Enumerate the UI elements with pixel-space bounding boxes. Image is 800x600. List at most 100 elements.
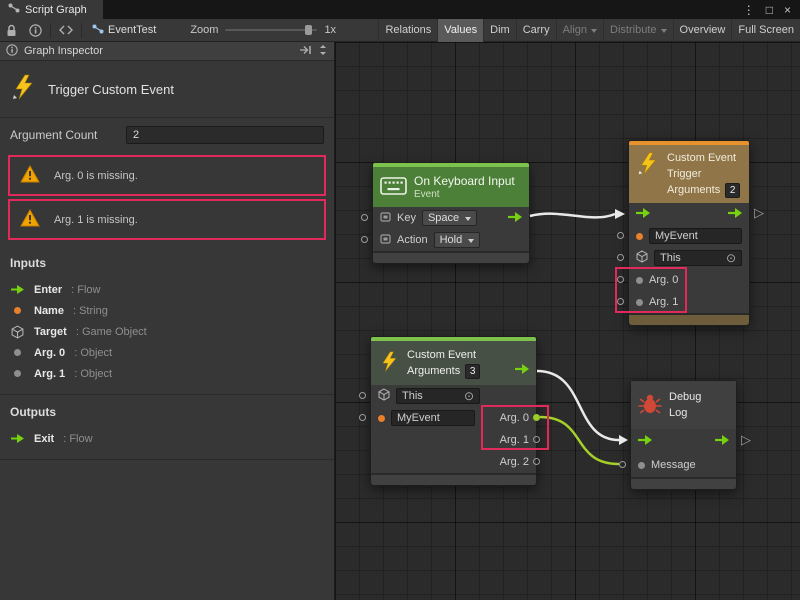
flow-output-port[interactable] <box>715 435 729 448</box>
cube-icon <box>378 388 390 404</box>
flow-output-port[interactable] <box>508 212 522 225</box>
input-port-arg0: Arg. 0Object <box>10 342 324 363</box>
node-custom-event[interactable]: Custom Event Arguments3 This⊙ MyEvent Ar… <box>370 336 537 486</box>
tab-title: Script Graph <box>25 4 87 16</box>
panel-spinner-icon[interactable] <box>318 44 328 59</box>
node-title: On Keyboard Input <box>414 174 522 188</box>
zoom-value: 1x <box>324 24 336 36</box>
flow-output-port[interactable] <box>515 364 529 379</box>
target-field[interactable]: This⊙ <box>654 250 742 266</box>
selected-unit-header: Trigger Custom Event <box>0 61 334 118</box>
inspector-header: Graph Inspector <box>0 42 334 61</box>
flow-input-port[interactable] <box>636 208 650 221</box>
trigger-node-out-triangle-icon: ▷ <box>754 205 764 221</box>
zoom-label: Zoom <box>190 24 218 36</box>
target-field[interactable]: This⊙ <box>396 388 480 404</box>
node-title-line1: Debug <box>669 390 729 405</box>
distribute-button[interactable]: Distribute <box>603 19 672 42</box>
arg0-output-port[interactable] <box>533 414 540 421</box>
toolbar-separator <box>50 23 51 38</box>
wire-arg0-to-message[interactable] <box>540 417 619 464</box>
object-dot-icon <box>10 349 25 356</box>
arg1-output-port[interactable] <box>533 436 540 443</box>
relations-button[interactable]: Relations <box>378 19 437 42</box>
input-port[interactable] <box>361 214 368 221</box>
script-graph-icon <box>8 3 20 16</box>
arg2-output-port[interactable] <box>533 458 540 465</box>
chevron-down-icon <box>591 29 597 33</box>
node-subtitle: Event <box>414 189 522 201</box>
node-debug-log[interactable]: Debug Log Message <box>630 380 737 490</box>
node-title-line1: Custom Event <box>407 348 529 363</box>
input-port[interactable] <box>617 254 624 261</box>
object-port-icon[interactable] <box>638 462 645 469</box>
graph-canvas[interactable]: On Keyboard Input Event Key Space Action… <box>335 42 800 600</box>
close-icon[interactable]: × <box>784 3 791 17</box>
cube-icon <box>636 250 648 266</box>
input-port[interactable] <box>359 414 366 421</box>
input-port[interactable] <box>617 276 624 283</box>
maximize-icon[interactable]: □ <box>766 3 773 17</box>
input-port-name: NameString <box>10 300 324 321</box>
carry-button[interactable]: Carry <box>516 19 556 42</box>
event-name-row: MyEvent <box>629 225 749 247</box>
lightning-pencil-icon <box>10 74 37 104</box>
port-type: Flow <box>71 284 100 296</box>
input-port[interactable] <box>619 461 626 468</box>
dim-button[interactable]: Dim <box>483 19 516 42</box>
node-on-keyboard-input[interactable]: On Keyboard Input Event Key Space Action… <box>372 162 530 264</box>
info-icon[interactable] <box>23 19 48 42</box>
warning-text: Arg. 0 is missing. <box>54 170 138 182</box>
flow-input-port[interactable] <box>638 435 652 448</box>
string-port-icon[interactable] <box>378 415 385 422</box>
tab-script-graph[interactable]: Script Graph <box>0 0 103 19</box>
wire-receiver-to-debug[interactable] <box>537 371 628 445</box>
code-icon[interactable] <box>53 19 79 42</box>
input-port[interactable] <box>361 236 368 243</box>
toolbar-buttons: Relations Values Dim Carry Align Distrib… <box>378 19 800 42</box>
argument-count-input[interactable] <box>126 126 324 144</box>
zoom-slider-handle[interactable] <box>305 25 312 35</box>
graph-asset-button[interactable]: EventTest <box>84 24 164 37</box>
node-header: Custom Event Arguments3 <box>371 341 536 385</box>
node-trigger-custom-event[interactable]: Custom Event Trigger Arguments2 MyEvent <box>628 140 750 326</box>
input-port[interactable] <box>617 232 624 239</box>
cube-icon <box>10 325 25 339</box>
flow-output-port[interactable] <box>728 208 742 221</box>
port-name: Exit <box>34 433 54 445</box>
object-port-icon[interactable] <box>636 277 643 284</box>
key-icon <box>380 234 391 247</box>
event-name-field[interactable]: MyEvent <box>391 410 475 426</box>
align-button[interactable]: Align <box>556 19 603 42</box>
flow-arrow-icon <box>10 285 25 294</box>
node-footer <box>373 251 529 263</box>
dock-panel-icon[interactable] <box>299 45 312 58</box>
zoom-control: Zoom 1x <box>190 24 336 36</box>
arg2-row: Arg. 2 <box>371 451 536 473</box>
string-dot-icon <box>10 307 25 314</box>
input-port[interactable] <box>617 298 624 305</box>
event-name-field[interactable]: MyEvent <box>649 228 742 244</box>
string-port-icon[interactable] <box>636 233 643 240</box>
action-dropdown[interactable]: Hold <box>434 232 481 248</box>
key-dropdown[interactable]: Space <box>422 210 477 226</box>
port-name: Target <box>34 326 67 338</box>
lock-icon[interactable] <box>0 19 23 42</box>
window-menu-icon[interactable]: ⋮ <box>743 3 755 17</box>
object-port-icon[interactable] <box>636 299 643 306</box>
wire-keyboard-to-trigger[interactable] <box>530 209 625 219</box>
graph-inspector-panel: Graph Inspector Trigger Custom Event Arg… <box>0 42 335 600</box>
overview-button[interactable]: Overview <box>673 19 732 42</box>
target-picker-icon[interactable]: ⊙ <box>464 390 474 402</box>
arg-count-badge: 2 <box>725 183 740 198</box>
port-type: Flow <box>63 433 92 445</box>
fullscreen-button[interactable]: Full Screen <box>731 19 800 42</box>
input-port[interactable] <box>359 392 366 399</box>
input-port-enter: EnterFlow <box>10 279 324 300</box>
bug-icon <box>638 393 662 418</box>
window-titlebar: Script Graph ⋮ □ × <box>0 0 800 19</box>
values-button[interactable]: Values <box>437 19 483 42</box>
target-picker-icon[interactable]: ⊙ <box>726 252 736 264</box>
zoom-slider[interactable] <box>225 29 317 31</box>
node-footer <box>371 473 536 485</box>
